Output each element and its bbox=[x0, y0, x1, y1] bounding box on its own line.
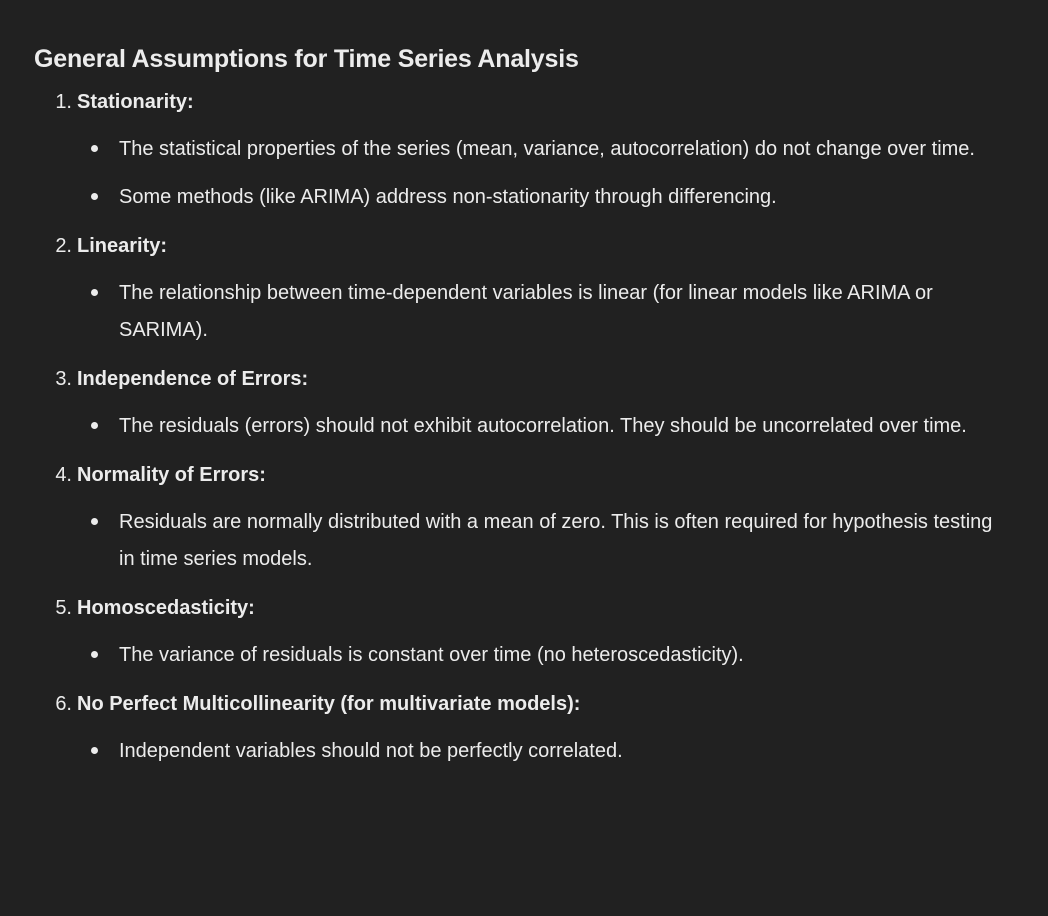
bullet-text: Residuals are normally distributed with … bbox=[119, 511, 993, 570]
list-number: 3. bbox=[55, 368, 72, 390]
bullet-dot-icon bbox=[91, 289, 98, 296]
bullet-text: Some methods (like ARIMA) address non-st… bbox=[119, 186, 777, 208]
assumption-item: 6. No Perfect Multicollinearity (for mult… bbox=[34, 680, 994, 776]
bullet-list: Independent variables should not be perf… bbox=[77, 728, 994, 776]
assumption-title: Linearity: bbox=[77, 235, 168, 257]
assumption-item: 1. Stationarity: The statistical propertie… bbox=[34, 78, 994, 222]
bullet-dot-icon bbox=[91, 651, 98, 658]
message-content: General Assumptions for Time Series Anal… bbox=[34, 40, 994, 776]
assumption-title: No Perfect Multicollinearity (for multiv… bbox=[77, 693, 581, 715]
bullet-item: The variance of residuals is constant ov… bbox=[77, 632, 994, 680]
list-number: 2. bbox=[55, 235, 72, 257]
bullet-item: The statistical properties of the series… bbox=[77, 126, 994, 174]
assumption-title: Normality of Errors: bbox=[77, 464, 266, 486]
assumptions-list: 1. Stationarity: The statistical propertie… bbox=[34, 78, 994, 776]
assumption-title: Homoscedasticity: bbox=[77, 597, 255, 619]
bullet-item: The residuals (errors) should not exhibi… bbox=[77, 403, 994, 451]
bullet-list: Residuals are normally distributed with … bbox=[77, 499, 994, 584]
bullet-item: Residuals are normally distributed with … bbox=[77, 499, 994, 584]
bullet-list: The variance of residuals is constant ov… bbox=[77, 632, 994, 680]
assumption-item: 2. Linearity: The relationship between tim… bbox=[34, 222, 994, 355]
section-heading: General Assumptions for Time Series Anal… bbox=[34, 45, 579, 73]
assumption-item: 4. Normality of Errors: Residuals are norm… bbox=[34, 451, 994, 584]
assumption-item: 3. Independence of Errors: The residuals (… bbox=[34, 355, 994, 451]
list-number: 1. bbox=[55, 91, 72, 113]
assumption-header: 3. Independence of Errors: bbox=[55, 355, 994, 403]
bullet-text: The variance of residuals is constant ov… bbox=[119, 644, 744, 666]
bullet-text: Independent variables should not be perf… bbox=[119, 740, 623, 762]
list-number: 4. bbox=[55, 464, 72, 486]
assumption-title: Stationarity: bbox=[77, 91, 194, 113]
bullet-list: The relationship between time-dependent … bbox=[77, 270, 994, 355]
assumption-title: Independence of Errors: bbox=[77, 368, 309, 390]
bullet-list: The statistical properties of the series… bbox=[77, 126, 994, 222]
bullet-dot-icon bbox=[91, 747, 98, 754]
assumption-header: 6. No Perfect Multicollinearity (for mult… bbox=[55, 680, 994, 728]
bullet-list: The residuals (errors) should not exhibi… bbox=[77, 403, 994, 451]
assumption-item: 5. Homoscedasticity: The variance of resid… bbox=[34, 584, 994, 680]
bullet-text: The statistical properties of the series… bbox=[119, 138, 975, 160]
list-number: 5. bbox=[55, 597, 72, 619]
bullet-dot-icon bbox=[91, 193, 98, 200]
assumption-header: 2. Linearity: bbox=[55, 222, 994, 270]
bullet-text: The relationship between time-dependent … bbox=[119, 282, 933, 341]
bullet-dot-icon bbox=[91, 422, 98, 429]
list-number: 6. bbox=[55, 693, 72, 715]
bullet-text: The residuals (errors) should not exhibi… bbox=[119, 415, 967, 437]
bullet-dot-icon bbox=[91, 518, 98, 525]
assumption-header: 1. Stationarity: bbox=[55, 78, 994, 126]
assumption-header: 4. Normality of Errors: bbox=[55, 451, 994, 499]
bullet-item: Some methods (like ARIMA) address non-st… bbox=[77, 174, 994, 222]
bullet-item: Independent variables should not be perf… bbox=[77, 728, 994, 776]
bullet-dot-icon bbox=[91, 145, 98, 152]
bullet-item: The relationship between time-dependent … bbox=[77, 270, 994, 355]
assumption-header: 5. Homoscedasticity: bbox=[55, 584, 994, 632]
